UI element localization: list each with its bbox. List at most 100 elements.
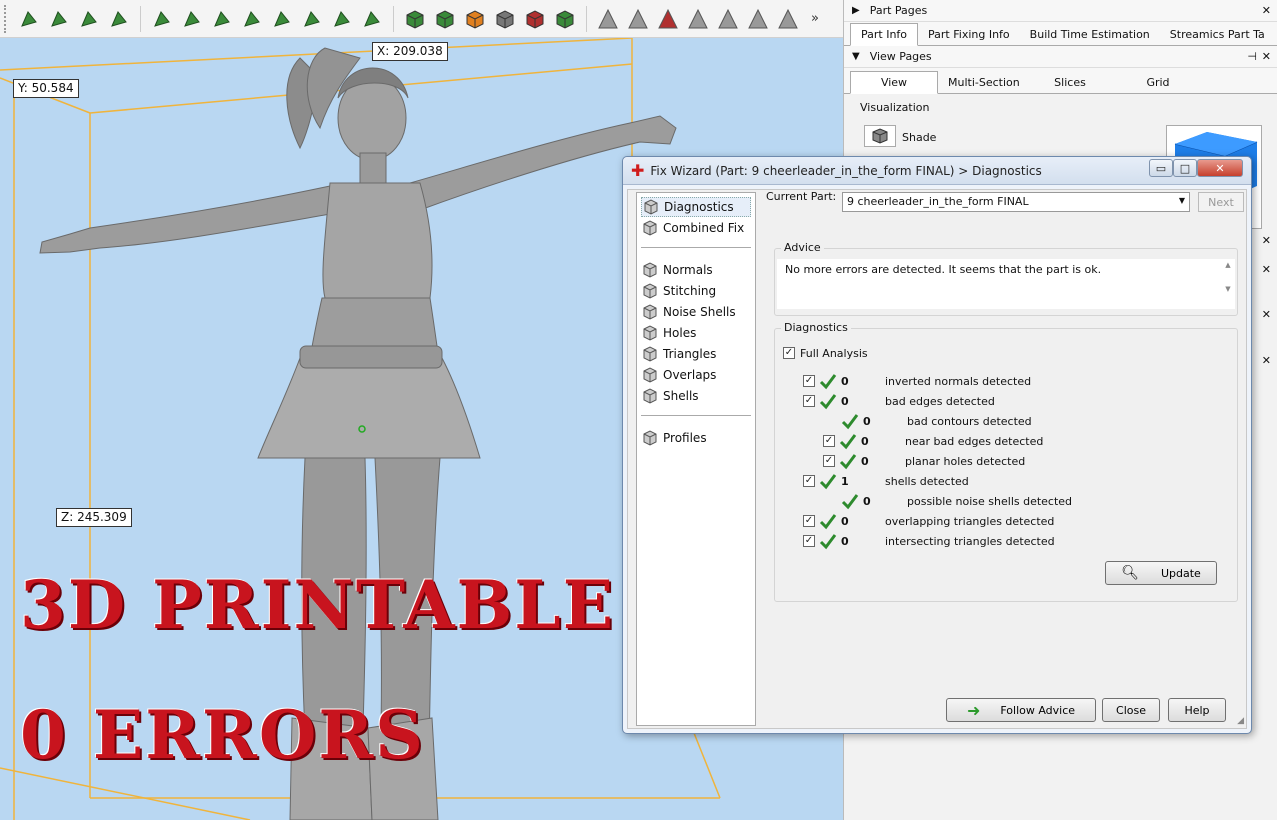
nav-item-combined-fix[interactable]: Combined Fix [641,218,744,238]
part-pages-header[interactable]: ▶ Part Pages ✕ [844,0,1277,22]
spline-icon[interactable] [209,6,235,32]
green-check-icon [819,394,837,410]
mirror-icon[interactable] [106,6,132,32]
pin-icon[interactable]: ⊣ [1247,50,1257,63]
close-icon[interactable]: ✕ [1262,308,1271,321]
diagnostic-checkbox[interactable]: ✓ [823,435,835,447]
tab-grid[interactable]: Grid [1114,72,1202,93]
tab-streamics-part[interactable]: Streamics Part Ta [1160,24,1275,45]
wheel-icon[interactable] [359,6,385,32]
tab-view[interactable]: View [850,71,938,94]
dialog-titlebar[interactable]: ✚ Fix Wizard (Part: 9 cheerleader_in_the… [623,157,1251,185]
maximize-button[interactable]: □ [1173,159,1197,177]
arrow-gray-icon[interactable] [595,6,621,32]
green-check-icon [839,454,857,470]
diagnostic-checkbox[interactable]: ✓ [803,395,815,407]
green-check-icon [819,474,837,490]
nav-item-label: Diagnostics [664,200,734,214]
follow-advice-label: Follow Advice [1000,703,1076,717]
minimize-button[interactable]: ▭ [1149,159,1173,177]
star-icon[interactable] [299,6,325,32]
advice-group: Advice No more errors are detected. It s… [774,241,1238,316]
diagnostic-checkbox[interactable]: ✓ [803,535,815,547]
close-icon[interactable]: ✕ [1262,263,1271,276]
green-check-icon [819,374,837,390]
box-icon[interactable] [239,6,265,32]
diagnostic-label: planar holes detected [905,454,1026,468]
view-pages-title: View Pages [869,50,932,63]
close-button[interactable]: Close [1102,698,1160,722]
current-part-select[interactable]: 9 cheerleader_in_the_form FINAL ▼ [842,192,1190,212]
next-button[interactable]: Next [1198,192,1244,212]
diagnostic-row: ✓ 0 bad edges detected [803,391,995,411]
triangle-gear-icon[interactable] [775,6,801,32]
diagnostic-count: 0 [863,494,871,508]
cube-outline-icon[interactable] [492,6,518,32]
cube-green-icon[interactable] [432,6,458,32]
cube-icon[interactable] [402,6,428,32]
close-icon[interactable]: ✕ [1262,354,1271,367]
nav-item-triangles[interactable]: Triangles [641,344,716,364]
triangle-outline-icon[interactable] [745,6,771,32]
nav-separator [641,415,751,416]
flag-icon[interactable] [46,6,72,32]
coord-x-readout: X: 209.038 [372,42,448,61]
update-button[interactable]: 🔍︎ Update [1105,561,1217,585]
globe-icon[interactable] [329,6,355,32]
cube-orange-icon[interactable] [462,6,488,32]
diagnostic-checkbox[interactable]: ✓ [823,455,835,467]
visualization-label: Visualization [860,101,930,114]
diagnostic-label: near bad edges detected [905,434,1044,448]
overlaps-cube-icon [641,366,659,384]
close-window-button[interactable]: ✕ [1197,159,1243,177]
nav-item-diagnostics[interactable]: Diagnostics [641,197,751,217]
toolbar-separator [140,5,141,32]
nav-item-label: Normals [663,263,713,277]
arrow-icon[interactable] [16,6,42,32]
tab-build-time-estimation[interactable]: Build Time Estimation [1020,24,1160,45]
close-icon[interactable]: ✕ [1262,4,1271,17]
nav-item-normals[interactable]: Normals [641,260,713,280]
diagnostic-checkbox[interactable]: ✓ [803,475,815,487]
diagnostic-label: intersecting triangles detected [885,534,1055,548]
part-pages-title: Part Pages [869,4,928,17]
cut-icon[interactable] [655,6,681,32]
toolbar-grip[interactable] [4,4,10,33]
nav-item-profiles[interactable]: Profiles [641,428,707,448]
rect-select-icon[interactable] [149,6,175,32]
advice-scrollbar[interactable]: ▲ ▼ [1221,261,1235,307]
tab-slices[interactable]: Slices [1026,72,1114,93]
tab-part-fixing-info[interactable]: Part Fixing Info [918,24,1020,45]
cube-red-icon[interactable] [522,6,548,32]
nav-item-noise-shells[interactable]: Noise Shells [641,302,736,322]
curve-icon[interactable] [76,6,102,32]
diagnostics-title: Diagnostics [781,321,851,334]
nav-item-holes[interactable]: Holes [641,323,696,343]
follow-advice-button[interactable]: ➜ Follow Advice [946,698,1096,722]
diagnostic-row: ✓ 0 overlapping triangles detected [803,511,1054,531]
full-analysis-option[interactable]: ✓ Full Analysis [783,343,868,363]
resize-grip-icon[interactable]: ◢ [1237,716,1244,726]
triangle-x-icon[interactable] [715,6,741,32]
tab-part-info[interactable]: Part Info [850,23,919,46]
nav-item-overlaps[interactable]: Overlaps [641,365,716,385]
tab-multi-section[interactable]: Multi-Section [938,72,1026,93]
lasso-icon[interactable] [179,6,205,32]
shade-mode-button[interactable] [864,125,896,147]
triangle-fill-icon[interactable] [685,6,711,32]
arrow-right-icon: ➜ [966,700,981,720]
nav-item-shells[interactable]: Shells [641,386,699,406]
close-icon[interactable]: ✕ [1262,50,1271,63]
view-pages-header[interactable]: ▼ View Pages ⊣ ✕ [844,46,1277,68]
cube-green2-icon[interactable] [552,6,578,32]
diagnostic-checkbox[interactable]: ✓ [803,375,815,387]
nav-item-stitching[interactable]: Stitching [641,281,716,301]
help-button[interactable]: Help [1168,698,1226,722]
flag-gray-icon[interactable] [625,6,651,32]
close-icon[interactable]: ✕ [1262,234,1271,247]
full-analysis-checkbox[interactable]: ✓ [783,347,795,359]
diagnostic-checkbox[interactable]: ✓ [803,515,815,527]
molecule-icon[interactable] [269,6,295,32]
toolbar-overflow-button[interactable]: » [811,11,819,26]
diagnostic-label: inverted normals detected [885,374,1032,388]
